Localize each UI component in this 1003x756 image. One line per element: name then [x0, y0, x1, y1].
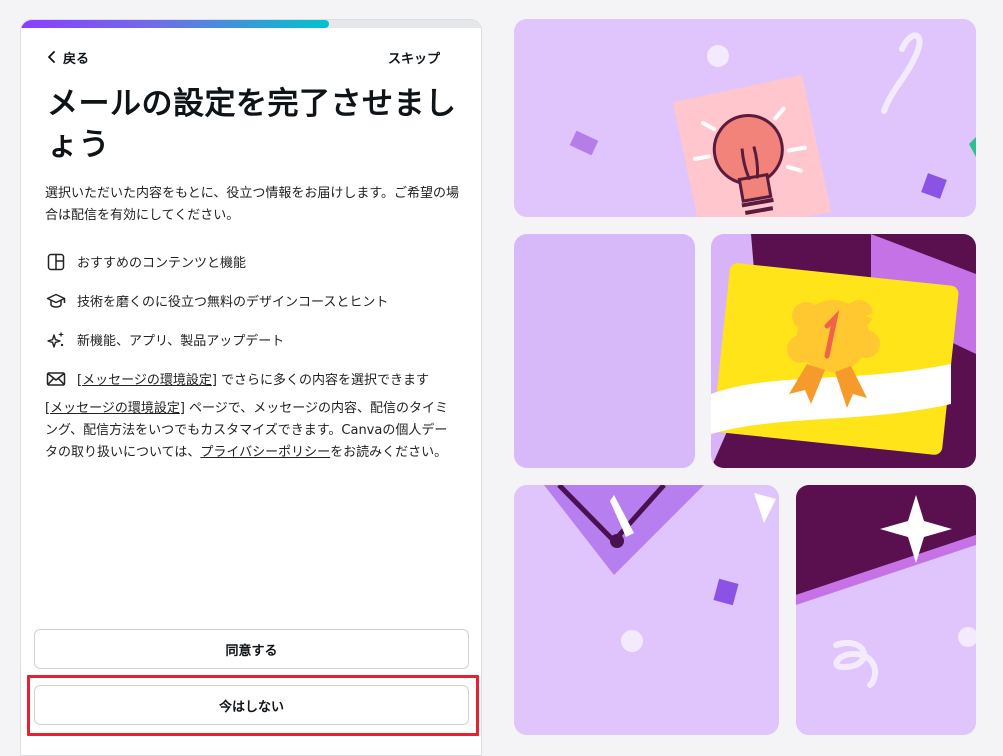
message-preferences-link[interactable]: メッセージの環境設定: [82, 373, 212, 388]
illustration-tile-sparkle: [796, 485, 976, 735]
chevron-left-icon: [48, 51, 55, 63]
page-title: メールの設定を完了させましょう: [47, 86, 457, 163]
illustration-tile-frame: [514, 485, 779, 735]
top-navigation: 戻る スキップ: [47, 47, 440, 67]
feature-item-courses: 技術を磨くのに役立つ無料のデザインコースとヒント: [45, 281, 465, 320]
illustration-tile-badge: [711, 234, 976, 468]
privacy-policy-link[interactable]: プライバシーポリシー: [200, 445, 330, 460]
feature-text: 技術を磨くのに役立つ無料のデザインコースとヒント: [77, 295, 389, 310]
sparkle-illustration: [796, 485, 976, 735]
back-button-label: 戻る: [63, 51, 90, 67]
privacy-note: [メッセージの環境設定] ページで、メッセージの内容、配信のタイミング、配信方法…: [45, 401, 448, 460]
feature-text: 新機能、アプリ、製品アップデート: [77, 334, 285, 349]
frame-illustration: [514, 485, 779, 735]
back-button[interactable]: 戻る: [47, 48, 89, 67]
agree-button[interactable]: 同意する: [34, 629, 469, 669]
lightbulb-illustration: [514, 19, 976, 217]
illustration-tile-lightbulb: [514, 19, 976, 217]
progress-bar: [21, 20, 481, 28]
skip-button[interactable]: スキップ: [388, 48, 440, 67]
email-preferences-panel: 戻る スキップ メールの設定を完了させましょう 選択いただいた内容をもとに、役立…: [20, 19, 482, 756]
feature-text: おすすめのコンテンツと機能: [77, 256, 247, 271]
feature-item-content: おすすめのコンテンツと機能: [45, 242, 465, 281]
not-now-button[interactable]: 今はしない: [34, 685, 469, 725]
layout-icon: [45, 251, 67, 273]
graduation-cap-icon: [45, 290, 67, 312]
envelope-icon: [45, 368, 67, 390]
progress-bar-fill: [21, 20, 330, 28]
intro-text: 選択いただいた内容をもとに、役立つ情報をお届けします。ご希望の場合は配信を有効に…: [45, 186, 460, 223]
sparkles-icon: [45, 329, 67, 351]
feature-item-preferences: [メッセージの環境設定] でさらに多くの内容を選択できます: [45, 359, 465, 398]
message-preferences-page-link[interactable]: メッセージの環境設定: [50, 401, 180, 416]
feature-item-updates: 新機能、アプリ、製品アップデート: [45, 320, 465, 359]
award-badge-illustration: [711, 234, 976, 468]
illustration-tile-plain: [514, 234, 695, 468]
feature-text: [メッセージの環境設定] でさらに多くの内容を選択できます: [77, 373, 430, 388]
feature-list: おすすめのコンテンツと機能 技術を磨くのに役立つ無料のデザインコースとヒント 新…: [45, 242, 465, 398]
